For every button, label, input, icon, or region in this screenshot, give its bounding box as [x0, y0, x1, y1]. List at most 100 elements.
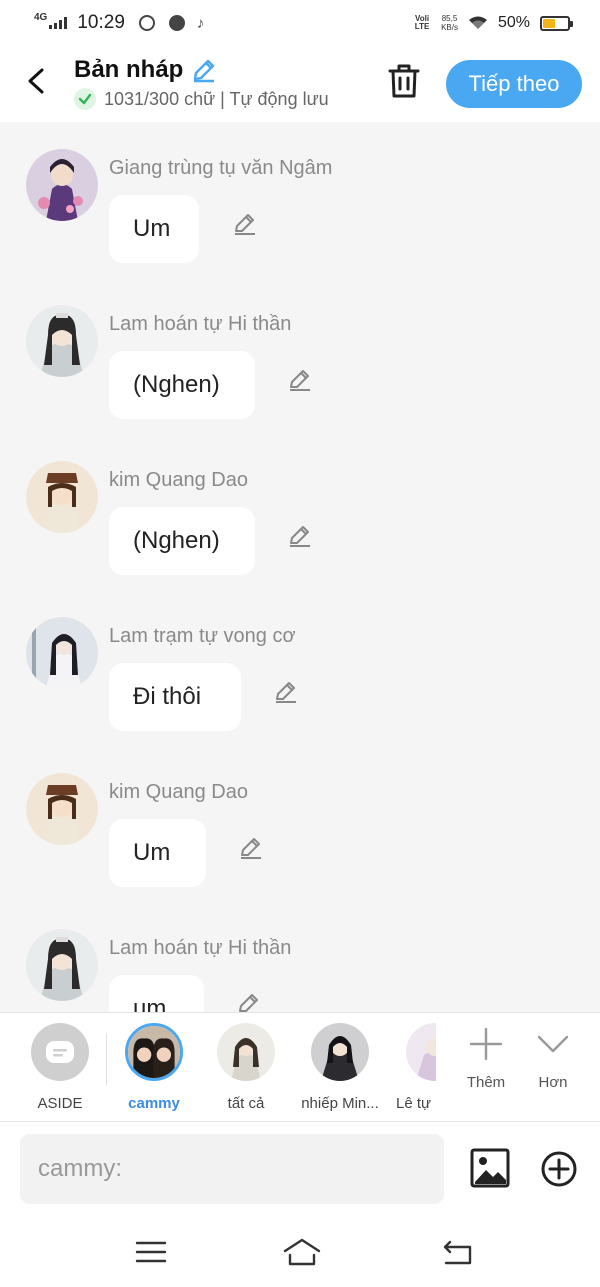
menu-button[interactable]: [134, 1237, 168, 1267]
add-character-button[interactable]: Thêm: [456, 1027, 516, 1091]
message-bubble[interactable]: Um: [109, 195, 199, 263]
edit-message-icon[interactable]: [287, 367, 313, 393]
tiktok-icon: ♪: [196, 14, 205, 32]
edit-message-icon[interactable]: [287, 523, 313, 549]
avatar[interactable]: [26, 461, 98, 533]
message-item: kim Quang Dao Um: [0, 773, 600, 929]
character-aside[interactable]: ASIDE: [15, 1023, 105, 1112]
menu-icon: [135, 1241, 167, 1263]
status-bar: 4G 10:29 ♪ Voli LTE 85,5 KB/s 50%: [0, 0, 600, 46]
volte-indicator: Voli LTE: [414, 14, 430, 31]
edit-message-icon[interactable]: [232, 211, 258, 237]
message-input[interactable]: cammy:: [20, 1134, 444, 1204]
input-placeholder: cammy:: [38, 1155, 122, 1182]
message-item: Giang trùng tụ văn Ngâm Um: [0, 149, 600, 305]
network-speed: 85,5 KB/s: [441, 14, 458, 32]
aside-icon: [31, 1023, 89, 1081]
signal-icon: [49, 17, 68, 29]
character-label: nhiếp Min...: [301, 1095, 379, 1112]
avatar: [217, 1023, 275, 1081]
message-text: (Nghen): [133, 527, 220, 554]
battery-percent: 50%: [497, 14, 530, 31]
chevron-down-icon: [537, 1035, 569, 1053]
word-count-status: 1031/300 chữ | Tự động lưu: [104, 88, 329, 109]
chevron-left-icon: [28, 68, 44, 94]
plus-circle-icon: [541, 1151, 577, 1187]
character-all[interactable]: tất cả: [201, 1023, 291, 1112]
character-name: Lam trạm tự vong cơ: [109, 625, 296, 647]
messenger-icon: [138, 15, 155, 31]
character-name: kim Quang Dao: [109, 781, 248, 803]
message-text: Um: [133, 215, 171, 242]
avatar[interactable]: [26, 305, 98, 377]
character-label: tất cả: [227, 1095, 265, 1112]
avatar[interactable]: [26, 929, 98, 1001]
clock: 10:29: [77, 12, 125, 33]
message-item: Lam hoán tự Hi thần (Nghen): [0, 305, 600, 461]
message-text: (Nghen): [133, 371, 220, 398]
avatar: [406, 1023, 436, 1081]
avatar: [311, 1023, 369, 1081]
message-text: Đi thôi: [133, 683, 202, 710]
message-bubble[interactable]: um: [109, 975, 204, 1012]
input-bar: cammy:: [0, 1122, 600, 1217]
message-bubble[interactable]: Um: [109, 819, 206, 887]
message-bubble[interactable]: (Nghen): [109, 351, 255, 419]
add-label: Thêm: [466, 1074, 506, 1091]
add-content-button[interactable]: [540, 1150, 578, 1188]
system-nav-bar: [0, 1217, 600, 1287]
check-icon: [74, 88, 96, 110]
edit-title-icon[interactable]: [191, 57, 217, 83]
message-bubble[interactable]: (Nghen): [109, 507, 255, 575]
title-block: Bản nháp 1031/300 chữ | Tự động lưu: [74, 56, 329, 110]
battery-icon: [540, 15, 573, 31]
more-button[interactable]: Hơn: [523, 1027, 583, 1091]
home-button[interactable]: [282, 1237, 322, 1267]
character-label: ASIDE: [37, 1095, 83, 1112]
trash-icon: [388, 64, 420, 98]
message-list: Giang trùng tụ văn Ngâm Um Lam hoán tự H…: [0, 122, 600, 1012]
message-item: Lam hoán tự Hi thần um: [0, 929, 600, 1012]
edit-message-icon[interactable]: [238, 835, 264, 861]
page-title: Bản nháp: [74, 56, 184, 83]
divider: [106, 1033, 107, 1085]
message-item: Lam trạm tự vong cơ Đi thôi: [0, 617, 600, 773]
edit-message-icon[interactable]: [236, 991, 262, 1012]
back-button[interactable]: [24, 66, 50, 96]
back-nav-button[interactable]: [440, 1237, 474, 1267]
next-button[interactable]: Tiếp theo: [446, 60, 582, 108]
message-text: Um: [133, 839, 171, 866]
character-label: Lê tự: [396, 1095, 432, 1112]
avatar: [125, 1023, 183, 1081]
more-label: Hơn: [538, 1074, 568, 1091]
character-name: kim Quang Dao: [109, 469, 248, 491]
speed-unit: KB/s: [441, 23, 458, 32]
chat-icon: [168, 15, 185, 31]
back-arrow-icon: [443, 1240, 472, 1265]
message-item: kim Quang Dao (Nghen): [0, 461, 600, 617]
network-type: 4G: [34, 11, 48, 23]
character-le-tu[interactable]: Lê tự: [376, 1023, 436, 1112]
image-icon: [470, 1148, 510, 1188]
home-icon: [283, 1238, 321, 1266]
avatar[interactable]: [26, 773, 98, 845]
speed-value: 85,5: [441, 14, 458, 23]
character-nhiep-minh[interactable]: nhiếp Min...: [295, 1023, 385, 1112]
edit-message-icon[interactable]: [273, 679, 299, 705]
header: Bản nháp 1031/300 chữ | Tự động lưu Tiếp…: [0, 46, 600, 122]
character-cammy[interactable]: cammy: [109, 1023, 199, 1112]
message-text: um: [133, 995, 167, 1012]
character-selector: ASIDE cammy tất cả nhiếp Min... Lê tự Th…: [0, 1012, 600, 1122]
insert-image-button[interactable]: [470, 1148, 510, 1188]
message-bubble[interactable]: Đi thôi: [109, 663, 241, 731]
character-name: Lam hoán tự Hi thần: [109, 937, 292, 959]
avatar[interactable]: [26, 617, 98, 689]
character-name: Giang trùng tụ văn Ngâm: [109, 157, 333, 179]
wifi-icon: [468, 16, 488, 30]
character-name: Lam hoán tự Hi thần: [109, 313, 292, 335]
avatar[interactable]: [26, 149, 98, 221]
delete-button[interactable]: [386, 62, 422, 100]
battery-level: [543, 18, 555, 28]
character-label: cammy: [128, 1095, 180, 1112]
plus-icon: [469, 1027, 503, 1061]
